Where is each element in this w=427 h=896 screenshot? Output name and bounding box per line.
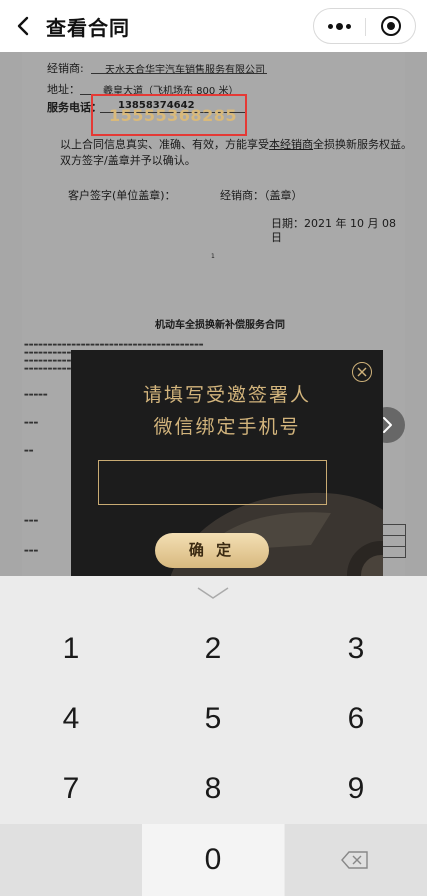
navigation-bar: 查看合同 — [0, 0, 427, 52]
key-8[interactable]: 8 — [142, 754, 284, 824]
backspace-icon — [341, 851, 368, 869]
fine-print: ▬▬▬▬▬▬▬▬▬▬▬▬▬▬▬▬▬▬▬▬▬▬▬▬▬▬▬▬▬▬▬▬▬▬▬▬▬▬ — [24, 342, 204, 348]
blank-key — [0, 824, 142, 896]
document-table — [380, 524, 406, 558]
overlay-phone-number: 15555368285 — [109, 106, 237, 125]
mini-program-close-icon[interactable] — [366, 9, 416, 43]
signer-phone-input[interactable] — [98, 460, 327, 505]
key-2[interactable]: 2 — [142, 614, 284, 684]
key-7[interactable]: 7 — [0, 754, 142, 824]
chevron-down-icon[interactable] — [196, 586, 230, 600]
dealer-label: 经销商: — [47, 62, 84, 75]
fine-print: ▬▬▬ — [24, 420, 39, 426]
key-0[interactable]: 0 — [142, 824, 284, 896]
contract-title: 机动车全损换新补偿服务合同 — [155, 320, 285, 331]
confirm-button[interactable]: 确 定 — [155, 533, 269, 568]
date-day: 日 — [271, 231, 282, 244]
modal-title-line-2: 微信绑定手机号 — [153, 416, 301, 438]
fine-print: ▬▬▬ — [24, 548, 39, 554]
customer-signature-label: 客户签字(单位盖章)： — [68, 189, 176, 202]
key-1[interactable]: 1 — [0, 614, 142, 684]
mini-program-capsule — [313, 8, 416, 44]
page-title: 查看合同 — [46, 16, 130, 40]
signer-phone-modal: 请填写受邀签署人 微信绑定手机号 确 定 — [71, 350, 383, 576]
key-5[interactable]: 5 — [142, 684, 284, 754]
dealer-seal-label: 经销商：（盖章） — [220, 189, 303, 202]
confirm-text-1a: 以上合同信息真实、准确、有效，方能享受本经销商全损换新服务权益。 — [60, 138, 412, 151]
page-mark: 1 — [211, 253, 215, 260]
confirm-text-2: 双方签字/盖章并予以确认。 — [60, 154, 196, 167]
fine-print: ▬▬▬ — [24, 518, 39, 524]
date-label: 日期：2021 年 10 月 08 — [271, 217, 396, 230]
key-9[interactable]: 9 — [285, 754, 427, 824]
numeric-keyboard: 1 2 3 4 5 6 7 8 9 0 — [0, 576, 427, 896]
close-circle-icon[interactable] — [352, 362, 372, 382]
dealer-underline — [91, 73, 267, 74]
key-6[interactable]: 6 — [285, 684, 427, 754]
back-arrow-icon[interactable] — [14, 16, 34, 36]
modal-title-line-1: 请填写受邀签署人 — [142, 384, 311, 406]
key-3[interactable]: 3 — [285, 614, 427, 684]
fine-print: ▬▬▬▬▬ — [24, 392, 48, 398]
fine-print: ▬▬ — [24, 448, 34, 454]
more-dots-icon[interactable] — [314, 9, 365, 43]
key-4[interactable]: 4 — [0, 684, 142, 754]
address-label: 地址： — [47, 83, 80, 96]
delete-key[interactable] — [285, 824, 427, 896]
fine-print: ▬▬▬▬▬▬▬▬▬▬▬ — [24, 366, 76, 372]
